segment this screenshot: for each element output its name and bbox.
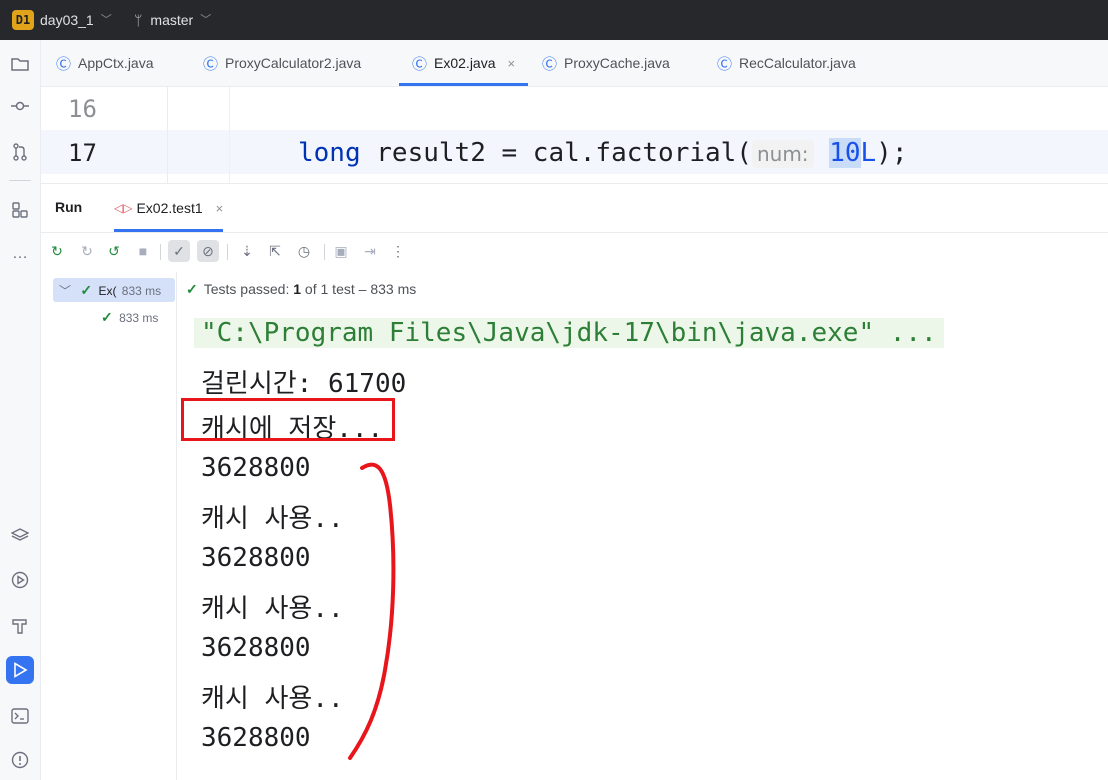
- project-badge: D1: [12, 10, 34, 30]
- run-tab-label: Ex02.test1: [136, 200, 203, 216]
- red-highlight-box: [181, 398, 395, 441]
- tab-appctx[interactable]: Ⓒ AppCtx.java: [56, 40, 154, 86]
- run-panel-header: Run ◁▷ Ex02.test1 ×: [41, 184, 1108, 233]
- passed-count: 1: [293, 281, 302, 297]
- run-tab[interactable]: ◁▷ Ex02.test1 ×: [114, 184, 224, 232]
- console-line: 캐시 사용..: [201, 684, 344, 714]
- rerun-auto-icon[interactable]: ↺: [103, 240, 125, 262]
- console-line: 3628800: [201, 723, 311, 753]
- close-icon[interactable]: ×: [508, 56, 516, 71]
- code-editor[interactable]: 16 17 long result2 = cal.factorial(num: …: [41, 87, 1108, 184]
- pull-requests-icon[interactable]: [6, 138, 34, 166]
- rerun-icon[interactable]: ↻: [46, 240, 68, 262]
- console-command-line: "C:\Program Files\Java\jdk-17\bin\java.e…: [194, 318, 944, 348]
- check-icon: ✓: [80, 282, 93, 298]
- argument-suffix: L: [860, 138, 877, 168]
- test-tree: ﹀ ✓ Ex( 833 ms ✓ 833 ms: [41, 272, 177, 780]
- total-count: 1 test: [320, 281, 355, 297]
- more-options-icon[interactable]: ⋮: [387, 240, 409, 262]
- tab-label: ProxyCache.java: [564, 55, 670, 71]
- project-folder-icon[interactable]: [6, 50, 34, 78]
- console-line: 캐시 사용..: [201, 594, 344, 624]
- show-ignored-icon[interactable]: ⊘: [197, 240, 219, 262]
- chevron-down-icon: ﹀: [59, 284, 72, 298]
- problems-icon[interactable]: [6, 746, 34, 774]
- chevron-down-icon: ﹀: [100, 14, 112, 26]
- class-icon: Ⓒ: [56, 55, 72, 73]
- more-icon[interactable]: …: [6, 240, 34, 268]
- test-tree-child[interactable]: ✓ 833 ms: [101, 305, 158, 329]
- selected-argument: 10: [829, 138, 861, 168]
- run-icon[interactable]: [6, 656, 34, 684]
- check-icon: ✓: [101, 309, 113, 325]
- tab-label: ProxyCalculator2.java: [225, 55, 362, 71]
- status-duration: – 833 ms: [358, 281, 417, 297]
- console-line: 3628800: [201, 633, 311, 663]
- history-icon[interactable]: ◷: [293, 240, 315, 262]
- layers-icon[interactable]: [6, 522, 34, 550]
- close-icon[interactable]: ×: [216, 201, 224, 216]
- screenshot-icon[interactable]: ▣: [330, 240, 352, 262]
- parameter-hint: num:: [751, 140, 814, 168]
- build-hammer-icon[interactable]: [6, 612, 34, 640]
- test-tree-root[interactable]: ﹀ ✓ Ex( 833 ms: [53, 278, 175, 302]
- line-number: 16: [68, 95, 97, 123]
- tab-proxycalculator2[interactable]: Ⓒ ProxyCalculator2.java: [203, 40, 361, 86]
- git-branch-icon: ᛘ: [134, 12, 143, 28]
- status-of: of: [304, 281, 317, 297]
- run-panel-title: Run: [55, 199, 83, 215]
- keyword: long: [298, 138, 361, 168]
- tab-ex02[interactable]: Ⓒ Ex02.java ×: [399, 40, 529, 86]
- terminal-icon[interactable]: [6, 702, 34, 730]
- console-line: 3628800: [201, 453, 311, 483]
- collapse-icon[interactable]: ⇱: [264, 240, 286, 262]
- run-toolbar: ↻ ↻ ↺ ■ ✓ ⊘ ⇣ ⇱ ◷ ▣ ⇥ ⋮: [41, 233, 1108, 271]
- show-passed-icon[interactable]: ✓: [168, 240, 190, 262]
- editor-tab-bar: Ⓒ AppCtx.java Ⓒ ProxyCalculator2.java Ⓒ …: [41, 40, 1108, 87]
- structure-icon[interactable]: [6, 196, 34, 224]
- console-output[interactable]: "C:\Program Files\Java\jdk-17\bin\java.e…: [177, 310, 1108, 780]
- title-bar: D1 day03_1 ﹀ ᛘ master ﹀: [0, 0, 1108, 40]
- project-name: day03_1: [40, 12, 94, 28]
- console-line: 걸린시간: 61700: [201, 369, 407, 399]
- test-class-name: Ex(: [98, 284, 117, 298]
- services-icon[interactable]: [6, 566, 34, 594]
- stop-icon[interactable]: ■: [132, 240, 154, 262]
- tab-label: RecCalculator.java: [739, 55, 856, 71]
- code-text-end: );: [876, 138, 908, 168]
- commit-icon[interactable]: [6, 92, 34, 120]
- project-selector[interactable]: D1 day03_1 ﹀: [12, 0, 112, 40]
- tool-window-bar: …: [0, 40, 41, 780]
- tab-label: AppCtx.java: [78, 55, 154, 71]
- console-line: 캐시 사용..: [201, 504, 344, 534]
- rerun-failed-icon[interactable]: ↻: [76, 240, 98, 262]
- export-icon[interactable]: ⇥: [359, 240, 381, 262]
- test-class-icon: Ⓒ: [412, 55, 428, 73]
- tab-proxycache[interactable]: Ⓒ ProxyCache.java: [542, 40, 670, 86]
- class-icon: Ⓒ: [542, 55, 558, 73]
- status-prefix: Tests passed:: [203, 281, 290, 297]
- test-time: 833 ms: [121, 284, 162, 298]
- test-run-icon: ◁▷: [114, 201, 133, 215]
- sort-icon[interactable]: ⇣: [236, 240, 258, 262]
- line-number: 17: [68, 139, 97, 167]
- test-status: ✓ Tests passed: 1 of 1 test – 833 ms: [177, 272, 1108, 306]
- code-text: result2 = cal.factorial(: [360, 138, 752, 168]
- test-time: 833 ms: [119, 311, 159, 325]
- class-icon: Ⓒ: [203, 55, 219, 73]
- check-icon: ✓: [186, 280, 198, 297]
- tab-reccalculator[interactable]: Ⓒ RecCalculator.java: [717, 40, 856, 86]
- code-line[interactable]: long result2 = cal.factorial(num: 10L);: [298, 138, 907, 168]
- console-line: 3628800: [201, 543, 311, 573]
- branch-selector[interactable]: ᛘ master ﹀: [134, 0, 211, 40]
- tab-label: Ex02.java: [434, 55, 496, 71]
- class-icon: Ⓒ: [717, 55, 733, 73]
- chevron-down-icon: ﹀: [200, 14, 212, 26]
- branch-name: master: [150, 12, 194, 28]
